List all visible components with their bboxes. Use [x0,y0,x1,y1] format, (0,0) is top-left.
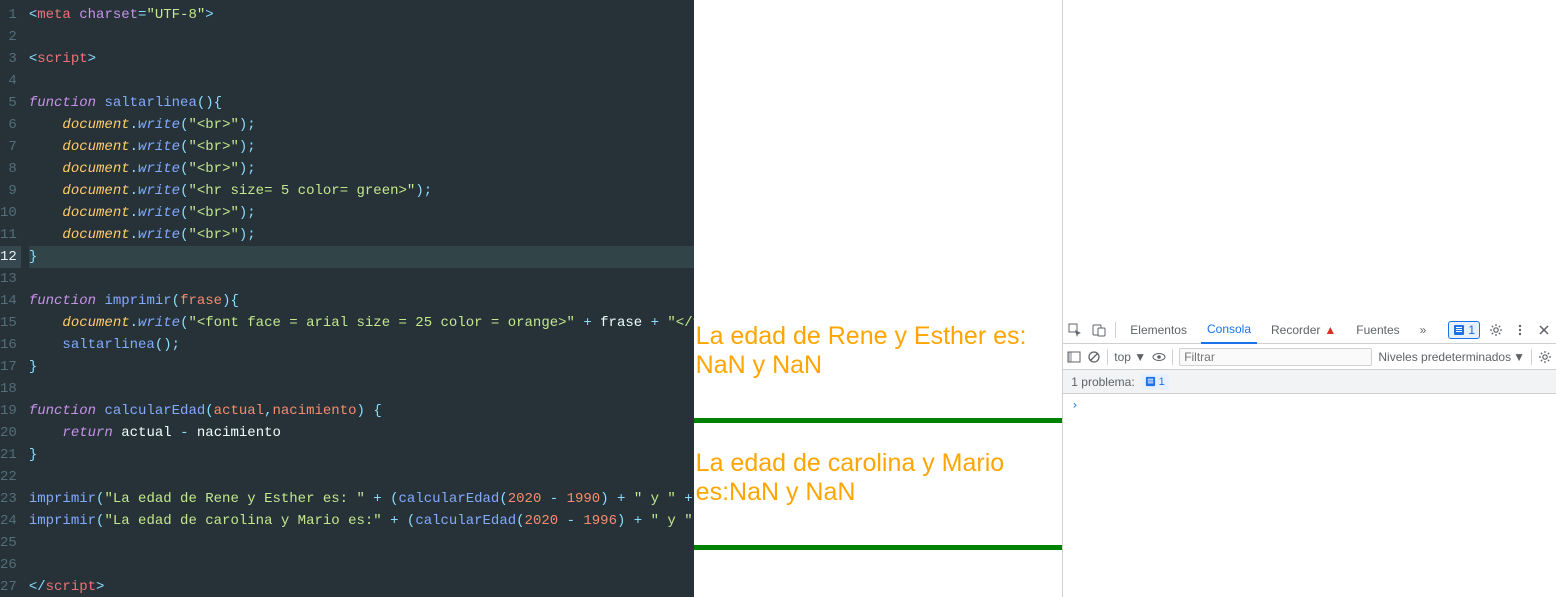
console-prompt: › [1071,398,1078,412]
console-body[interactable]: › [1063,394,1556,597]
code-line[interactable]: function imprimir(frase){ [29,290,694,312]
close-icon[interactable] [1536,322,1552,338]
problems-bar[interactable]: 1 problema: 1 [1063,370,1556,394]
problems-badge: 1 [1141,374,1169,390]
inspect-icon[interactable] [1067,322,1083,338]
code-line[interactable]: document.write("<br>"); [29,114,694,136]
gear-icon[interactable] [1488,322,1504,338]
browser-output: La edad de Rene y Esther es: NaN y NaN L… [694,0,1063,597]
code-line[interactable]: </script> [29,576,694,597]
output-line-1: La edad de Rene y Esther es: NaN y NaN [694,320,1063,382]
context-selector[interactable]: top ▼ [1114,350,1146,364]
tab-recorder[interactable]: Recorder ▲ [1265,316,1342,344]
gear-icon[interactable] [1538,350,1552,364]
kebab-icon[interactable] [1512,322,1528,338]
code-line[interactable]: saltarlinea(); [29,334,694,356]
code-line[interactable]: } [29,356,694,378]
line-number-gutter: 1234567891011121314151617181920212223242… [0,0,21,597]
code-line[interactable]: document.write("<hr size= 5 color= green… [29,180,694,202]
code-line[interactable]: <meta charset="UTF-8"> [29,4,694,26]
code-line[interactable] [29,26,694,48]
eye-icon[interactable] [1152,350,1166,364]
code-line[interactable] [29,532,694,554]
issues-badge[interactable]: 1 [1448,321,1480,339]
code-line[interactable] [29,466,694,488]
code-area[interactable]: <meta charset="UTF-8"> <script> function… [21,0,694,597]
clear-console-icon[interactable] [1087,350,1101,364]
tab-elements[interactable]: Elementos [1124,316,1193,344]
code-line[interactable]: } [29,246,694,268]
tab-console[interactable]: Consola [1201,316,1257,344]
console-toolbar: top ▼ Niveles predeterminados ▼ [1063,344,1556,370]
log-levels-dropdown[interactable]: Niveles predeterminados ▼ [1378,350,1525,364]
code-line[interactable]: document.write("<br>"); [29,158,694,180]
code-line[interactable]: function calcularEdad(actual,nacimiento)… [29,400,694,422]
output-hr-2 [694,545,1063,550]
code-line[interactable]: function saltarlinea(){ [29,92,694,114]
devtools-tabs: Elementos Consola Recorder ▲ Fuentes » 1 [1063,316,1556,344]
code-line[interactable]: return actual - nacimiento [29,422,694,444]
code-line[interactable] [29,70,694,92]
code-line[interactable]: imprimir("La edad de Rene y Esther es: "… [29,488,694,510]
devtools-panel: Elementos Consola Recorder ▲ Fuentes » 1 [1062,0,1556,597]
tabs-overflow[interactable]: » [1414,316,1433,344]
code-line[interactable]: imprimir("La edad de carolina y Mario es… [29,510,694,532]
code-line[interactable] [29,554,694,576]
code-line[interactable]: document.write("<font face = arial size … [29,312,694,334]
code-editor[interactable]: 1234567891011121314151617181920212223242… [0,0,694,597]
tab-sources[interactable]: Fuentes [1350,316,1405,344]
code-line[interactable]: document.write("<br>"); [29,136,694,158]
filter-input[interactable] [1179,348,1372,366]
code-line[interactable]: document.write("<br>"); [29,202,694,224]
code-line[interactable]: <script> [29,48,694,70]
output-line-2: La edad de carolina y Mario es:NaN y NaN [694,447,1063,509]
code-line[interactable] [29,378,694,400]
device-toggle-icon[interactable] [1091,322,1107,338]
code-line[interactable]: } [29,444,694,466]
sidebar-toggle-icon[interactable] [1067,350,1081,364]
code-line[interactable] [29,268,694,290]
code-line[interactable]: document.write("<br>"); [29,224,694,246]
problems-label: 1 problema: [1071,375,1134,389]
